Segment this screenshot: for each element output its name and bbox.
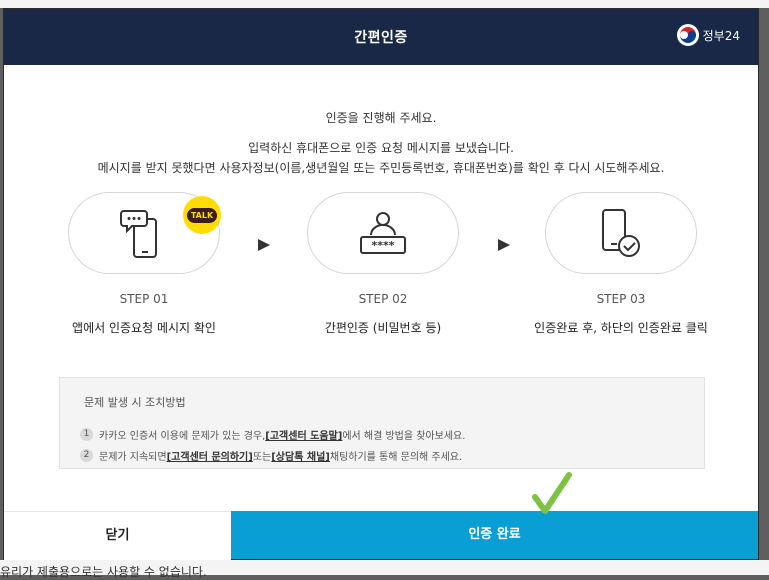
- step1-desc: 앱에서 인증요청 메시지 확인: [72, 321, 216, 335]
- phone-check-icon: [602, 209, 640, 257]
- step2-pill: ****: [307, 192, 459, 274]
- inquiry-link[interactable]: [고객센터 문의하기]: [167, 448, 253, 463]
- troubleshoot-text: 에서 해결 방법을 찾아보세요.: [342, 431, 466, 442]
- step3-label: STEP 03: [596, 292, 646, 306]
- step3-desc: 인증완료 후, 하단의 인증완료 클릭: [534, 321, 708, 335]
- arrow-right-icon: [498, 239, 510, 251]
- password-user-icon: ****: [360, 212, 406, 254]
- troubleshoot-text: 카카오 인증서 이용에 문제가 있는 경우,: [99, 431, 266, 442]
- intro-heading: 인증을 진행해 주세요.: [325, 111, 437, 125]
- troubleshoot-item-1: 1 카카오 인증서 이용에 문제가 있는 경우, [고객센터 도움말] 에서 해…: [80, 427, 465, 442]
- modal-header: 간편인증 정부24: [4, 9, 758, 65]
- arrow-right-icon: [258, 239, 270, 251]
- page-background-top: [0, 0, 769, 8]
- step2-desc: 간편인증 (비밀번호 등): [324, 321, 442, 335]
- step3-pill: [545, 192, 697, 274]
- auth-complete-button[interactable]: 인증 완료: [231, 511, 758, 559]
- close-button[interactable]: 닫기: [4, 511, 231, 560]
- troubleshoot-text: 문제가 지속되면: [99, 452, 167, 463]
- phone-chat-icon: [120, 210, 157, 258]
- kakaotalk-badge: TALK: [183, 196, 221, 234]
- intro-line-2: 메시지를 받지 못했다면 사용자정보(이름,생년월일 또는 주민등록번호, 휴대…: [97, 161, 665, 175]
- troubleshoot-text: 채팅하기를 통해 문의해 주세요.: [329, 452, 463, 463]
- gov24-text: 정부24: [702, 28, 740, 43]
- help-center-link[interactable]: [고객센터 도움말]: [265, 427, 342, 442]
- troubleshoot-title: 문제 발생 시 조치방법: [84, 396, 186, 409]
- auth-modal: 간편인증 정부24 인증을 진행해 주세요. 입력하신 휴대폰으로 인증 요청 …: [3, 8, 759, 560]
- step2-label: STEP 02: [358, 292, 408, 306]
- gov24-logo: 정부24: [676, 24, 740, 46]
- background-text: 유리가 제출용으로는 사용할 수 없습니다.: [0, 565, 207, 579]
- gov-emblem-icon: [676, 24, 699, 46]
- number-badge: 1: [80, 428, 93, 441]
- troubleshoot-box: 문제 발생 시 조치방법 1 카카오 인증서 이용에 문제가 있는 경우, [고…: [59, 377, 705, 469]
- modal-title: 간편인증: [354, 30, 408, 46]
- talk-icon: TALK: [186, 207, 218, 223]
- intro-line-1: 입력하신 휴대폰으로 인증 요청 메시지를 보냈습니다.: [248, 141, 514, 155]
- svg-text:****: ****: [371, 239, 394, 252]
- troubleshoot-item-2: 2 문제가 지속되면 [고객센터 문의하기] 또는 [상담톡 채널] 채팅하기를…: [80, 448, 462, 463]
- troubleshoot-text: 또는: [252, 452, 272, 463]
- step1-label: STEP 01: [119, 292, 169, 306]
- number-badge: 2: [80, 449, 93, 462]
- chat-channel-link[interactable]: [상담톡 채널]: [271, 448, 330, 463]
- green-checkmark-icon: [532, 472, 572, 514]
